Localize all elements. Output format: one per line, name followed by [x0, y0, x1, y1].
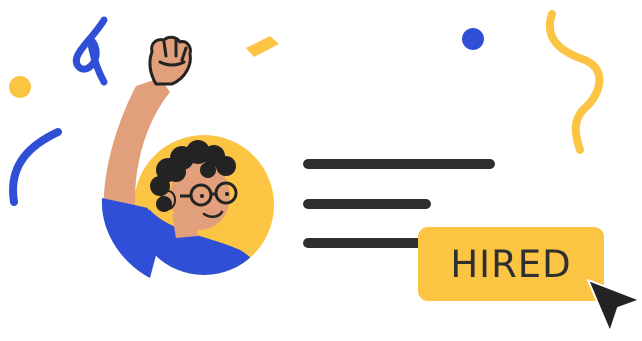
confetti-loop-blue-top	[72, 16, 108, 86]
confetti-curl-blue-left	[9, 128, 62, 206]
confetti-ribbon-yellow	[246, 36, 279, 57]
avatar-eye-left	[200, 194, 204, 198]
hired-button[interactable]: HIRED	[418, 227, 604, 301]
confetti-squiggle-yellow	[545, 10, 604, 154]
raised-fist-icon	[148, 35, 192, 86]
cursor-arrow-icon	[587, 279, 641, 333]
avatar	[101, 35, 274, 278]
confetti-dot-blue	[462, 28, 484, 50]
hired-button-label: HIRED	[450, 242, 572, 286]
avatar-eye-right	[225, 192, 229, 196]
confetti-dot-yellow	[9, 76, 31, 98]
